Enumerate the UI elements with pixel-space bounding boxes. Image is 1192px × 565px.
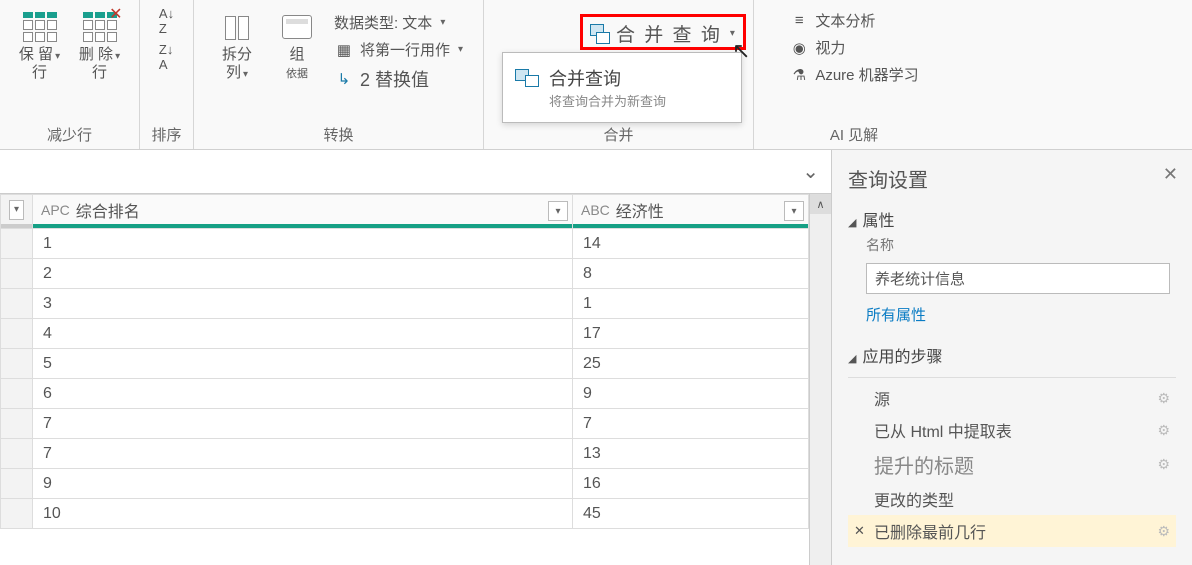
- panel-title: 查询设置: [848, 164, 1176, 193]
- azure-ml-button[interactable]: ⚗Azure 机器学习: [785, 62, 922, 87]
- gear-icon[interactable]: ⚙: [1157, 422, 1170, 439]
- table-row[interactable]: 713: [1, 439, 809, 469]
- column-filter-2[interactable]: ▾: [784, 201, 804, 221]
- keep-rows-button[interactable]: 保 留▾行: [13, 4, 67, 86]
- text-analysis-button[interactable]: ≡文本分析: [785, 8, 922, 33]
- gear-icon[interactable]: ⚙: [1157, 523, 1170, 540]
- gear-icon[interactable]: ⚙: [1157, 456, 1170, 473]
- query-settings-panel: ✕ 查询设置 属性 名称 所有属性 应用的步骤 源⚙已从 Html 中提取表⚙提…: [832, 150, 1192, 565]
- eye-icon: ◉: [789, 38, 809, 58]
- merge-as-new-item[interactable]: 合并查询 将查询合并为新查询: [511, 61, 733, 114]
- row-filter-button[interactable]: ▾: [9, 200, 24, 220]
- applied-step[interactable]: 已从 Html 中提取表⚙: [848, 414, 1176, 446]
- sort-asc-button[interactable]: A↓Z: [155, 4, 178, 38]
- table-row[interactable]: 525: [1, 349, 809, 379]
- table-row[interactable]: 417: [1, 319, 809, 349]
- query-name-input[interactable]: [866, 263, 1170, 294]
- merge-dropdown: 合并查询 将查询合并为新查询: [502, 52, 742, 123]
- all-props-link[interactable]: 所有属性: [866, 304, 1176, 325]
- replace-icon: ↳: [334, 69, 354, 89]
- vision-button[interactable]: ◉视力: [785, 35, 922, 60]
- table-row[interactable]: 1045: [1, 499, 809, 529]
- gear-icon[interactable]: ⚙: [1157, 390, 1170, 407]
- remove-rows-button[interactable]: ✕ 删 除▾行: [73, 4, 127, 86]
- group-label-merge: 合并: [603, 122, 633, 147]
- split-column-button[interactable]: 拆分列▾: [210, 4, 264, 86]
- table-row[interactable]: 916: [1, 469, 809, 499]
- ribbon: 保 留▾行 ✕ 删 除▾行 减少行 A↓Z Z↓A 排序 拆分列▾: [0, 0, 1192, 150]
- applied-step[interactable]: 已删除最前几行⚙: [848, 515, 1176, 547]
- close-panel-button[interactable]: ✕: [1163, 164, 1178, 185]
- merge-icon: [590, 24, 610, 44]
- group-label-reduce: 减少行: [47, 122, 92, 147]
- name-label: 名称: [866, 235, 1176, 255]
- props-section[interactable]: 属性: [848, 207, 1176, 231]
- steps-section[interactable]: 应用的步骤: [848, 343, 1176, 367]
- expand-formula-button[interactable]: ⌄: [802, 159, 819, 184]
- applied-step[interactable]: 更改的类型: [848, 483, 1176, 515]
- group-by-button[interactable]: 组依据: [270, 4, 324, 86]
- table-row[interactable]: 77: [1, 409, 809, 439]
- first-row-header-button[interactable]: ▦将第一行用作▾: [330, 37, 467, 62]
- vertical-scrollbar[interactable]: ∧: [809, 194, 831, 565]
- merge-queries-button[interactable]: 合 并 查 询▾: [586, 18, 741, 49]
- replace-values-button[interactable]: ↳2 替换值: [330, 64, 467, 94]
- applied-step[interactable]: 源⚙: [848, 382, 1176, 414]
- sort-desc-button[interactable]: Z↓A: [155, 40, 178, 74]
- group-label-ai: AI 见解: [830, 122, 878, 147]
- table-icon: ▦: [334, 40, 354, 60]
- merge-icon: [515, 69, 539, 87]
- table-row[interactable]: 69: [1, 379, 809, 409]
- group-label-transform: 转换: [323, 122, 353, 147]
- table-row[interactable]: 31: [1, 289, 809, 319]
- applied-step[interactable]: 提升的标题⚙: [848, 446, 1176, 483]
- flask-icon: ⚗: [789, 65, 809, 85]
- group-label-sort: 排序: [151, 122, 181, 147]
- main-area: ⌄ ▾ APC 综合排名 ▾: [0, 150, 1192, 565]
- column-filter-1[interactable]: ▾: [548, 201, 568, 221]
- text-icon: ≡: [789, 11, 809, 31]
- column-header-1[interactable]: APC 综合排名 ▾: [33, 195, 573, 229]
- data-table: ▾ APC 综合排名 ▾ ABC 经济性: [0, 194, 831, 565]
- table-row[interactable]: 114: [1, 229, 809, 259]
- datatype-button[interactable]: 数据类型: 文本▾: [330, 10, 467, 35]
- column-header-2[interactable]: ABC 经济性 ▾: [573, 195, 809, 229]
- table-row[interactable]: 28: [1, 259, 809, 289]
